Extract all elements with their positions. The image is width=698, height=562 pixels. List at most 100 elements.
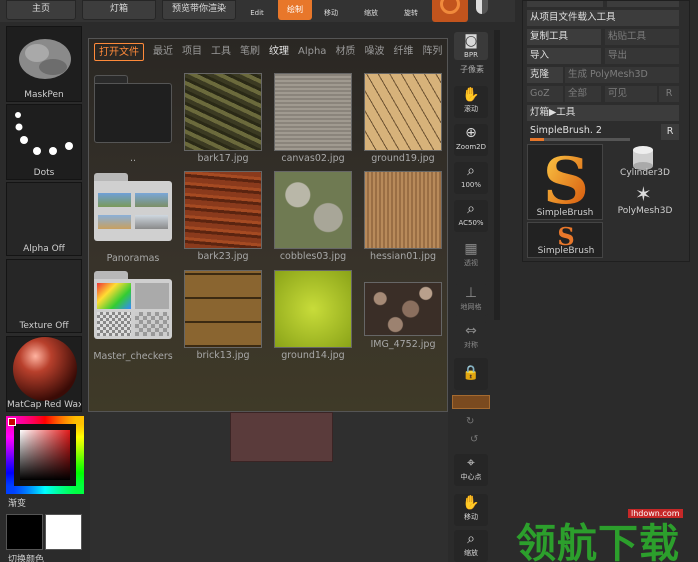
secondary-color-swatch[interactable] <box>6 514 43 550</box>
hue-ring[interactable] <box>6 416 84 494</box>
scale-button[interactable]: 缩放 <box>354 0 388 20</box>
tab-tool[interactable]: 工具 <box>211 43 231 61</box>
rotate-button[interactable]: 旋转 <box>394 0 428 20</box>
half-circle-icon[interactable] <box>476 0 488 14</box>
current-tool-label: SimpleBrush. 2 <box>530 125 602 136</box>
stroke-tile[interactable]: Dots <box>6 104 82 180</box>
perspective-button[interactable]: ▦ 透视 <box>454 240 488 272</box>
brush-tile[interactable]: MaskPen <box>6 26 82 102</box>
tool-r-button[interactable]: R <box>661 124 679 140</box>
sphere-mode-button[interactable] <box>432 0 468 22</box>
draw-button[interactable]: 绘制 <box>278 0 312 20</box>
texture-thumb-bark23[interactable] <box>184 171 262 249</box>
tab-array[interactable]: 阵列 <box>422 43 442 61</box>
preview-render-button[interactable]: 预览带你渲染 <box>162 0 236 20</box>
dock-scale-button[interactable]: ⌕ 缩放 <box>454 530 488 562</box>
folder-body <box>94 279 172 339</box>
symmetry-icon: ⇔ <box>465 323 477 339</box>
item-label: hessian01.jpg <box>369 251 437 262</box>
alpha-tile[interactable]: Alpha Off <box>6 182 82 256</box>
import-button[interactable]: 导入 <box>527 48 601 64</box>
tab-texture[interactable]: 纹理 <box>269 43 289 61</box>
paste-tool-button[interactable]: 粘贴工具 <box>605 29 679 45</box>
orange-toggle[interactable] <box>452 395 490 409</box>
texture-thumb-cobbles03[interactable] <box>274 171 352 249</box>
tool-thumb-polymesh3d[interactable]: ✶ PolyMesh3D <box>611 182 679 220</box>
item-label: brick13.jpg <box>196 350 250 361</box>
dock-move-button[interactable]: ✋ 移动 <box>454 494 488 526</box>
magnifier-icon: ⌕ <box>467 163 475 179</box>
texture-thumb-ground14[interactable] <box>274 270 352 348</box>
svg-text:S: S <box>543 145 589 207</box>
make-polymesh-button[interactable]: 生成 PolyMesh3D <box>565 67 679 83</box>
tab-noise[interactable]: 噪波 <box>364 43 384 61</box>
switch-color-label[interactable]: 切换颜色 <box>8 552 44 562</box>
home-button[interactable]: 主页 <box>6 0 76 20</box>
texture-tile[interactable]: Texture Off <box>6 259 82 333</box>
material-tile[interactable]: MatCap Red Wax <box>6 336 82 412</box>
tab-material[interactable]: 材质 <box>335 43 355 61</box>
tool-slider[interactable] <box>530 138 630 141</box>
dock-scrollbar[interactable] <box>494 30 500 320</box>
tool-thumb-cylinder3d[interactable]: Cylinder3D <box>611 144 679 180</box>
goz-button[interactable]: GoZ <box>527 86 563 102</box>
draw-label: 绘制 <box>287 5 303 14</box>
clone-button[interactable]: 克隆 <box>527 67 563 83</box>
item-label: Master_checkers <box>93 351 173 362</box>
centerpoint-button[interactable]: ⌖ 中心点 <box>454 454 488 486</box>
ac50-button[interactable]: ⌕ AC50% <box>454 200 488 232</box>
grid-icon: ▦ <box>464 241 478 257</box>
move-button[interactable]: 移动 <box>314 0 348 20</box>
export-button[interactable]: 导出 <box>605 48 679 64</box>
texture-label: Texture Off <box>19 321 69 331</box>
zoom2d-button[interactable]: ⊕ Zoom2D <box>454 124 488 156</box>
texture-thumb-canvas02[interactable] <box>274 73 352 151</box>
color-picker[interactable] <box>6 416 84 494</box>
item-label: .. <box>129 153 137 164</box>
load-project-tool-button[interactable]: 从项目文件载入工具 <box>527 10 679 26</box>
tab-alpha[interactable]: Alpha <box>298 43 326 61</box>
tool-thumb-simplebrush-small[interactable]: S SimpleBrush <box>527 222 603 258</box>
simplebrush-s-icon: S <box>557 222 574 251</box>
bpr-button[interactable]: ◙ BPR <box>454 32 488 60</box>
scroll-button[interactable]: ✋ 滚动 <box>454 86 488 118</box>
lock-button[interactable]: 🔒 <box>454 358 488 390</box>
tool-slider-fill <box>530 138 544 141</box>
tool-thumb-simplebrush[interactable]: S SimpleBrush <box>527 144 603 220</box>
panoramas-folder[interactable] <box>94 173 172 241</box>
lightbox-button[interactable]: 灯箱 <box>82 0 156 20</box>
magnifier-half-icon: ⌕ <box>467 201 475 217</box>
target-icon: ⌖ <box>467 455 475 471</box>
watermark-url: lhdown.com <box>628 509 683 518</box>
canvas-object[interactable] <box>230 412 333 462</box>
tab-project[interactable]: 项目 <box>182 43 202 61</box>
simplebrush-s-icon: S <box>543 144 589 219</box>
all-button[interactable]: 全部 <box>565 86 601 102</box>
visible-button[interactable]: 可见 <box>605 86 657 102</box>
tab-brush[interactable]: 笔刷 <box>240 43 260 61</box>
rotate-ccw-icon[interactable]: ↺ <box>470 434 478 445</box>
file-browser-popup: 打开文件 最近 项目 工具 笔刷 纹理 Alpha 材质 噪波 纤维 阵列 ..… <box>88 38 448 412</box>
symmetry-button[interactable]: ⇔ 对称 <box>454 322 488 354</box>
tool-item-label: PolyMesh3D <box>617 206 673 216</box>
gradient-label[interactable]: 渐变 <box>8 496 26 509</box>
tab-fiber[interactable]: 纤维 <box>393 43 413 61</box>
tab-recent[interactable]: 最近 <box>153 43 173 61</box>
lightbox-tools-button[interactable]: 灯箱▶工具 <box>527 105 679 121</box>
rotate-cw-icon[interactable]: ↻ <box>466 416 474 427</box>
texture-thumb-ground19[interactable] <box>364 73 442 151</box>
main-color-swatch[interactable] <box>45 514 82 550</box>
actual-size-button[interactable]: ⌕ 100% <box>454 162 488 194</box>
texture-thumb-hessian01[interactable] <box>364 171 442 249</box>
goz-r-button[interactable]: R <box>659 86 679 102</box>
copy-tool-button[interactable]: 复制工具 <box>527 29 601 45</box>
floor-button[interactable]: ⊥ 地网格 <box>454 284 488 316</box>
svg-text:S: S <box>557 223 574 247</box>
tab-open-file[interactable]: 打开文件 <box>94 43 144 61</box>
texture-thumb-img4752[interactable] <box>364 282 442 336</box>
master-checkers-folder[interactable] <box>94 271 172 339</box>
texture-thumb-bark17[interactable] <box>184 73 262 151</box>
edit-button[interactable]: Edit <box>240 0 274 20</box>
texture-thumb-brick13[interactable] <box>184 270 262 348</box>
parent-folder[interactable] <box>94 75 172 143</box>
